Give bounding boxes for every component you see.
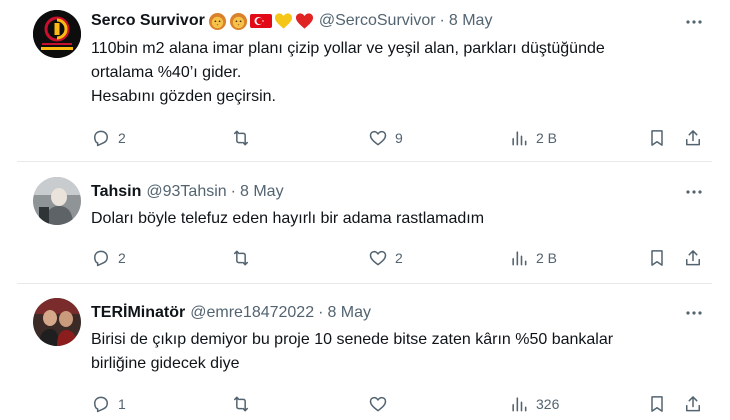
reply-count: 2: [118, 250, 126, 266]
turkey-flag-icon: [249, 14, 272, 28]
reply-count: 2: [118, 130, 126, 146]
user-handle[interactable]: @emre18472022: [190, 304, 314, 322]
separator-dot: ·: [318, 304, 324, 321]
display-name[interactable]: Tahsin: [91, 183, 141, 201]
user-handle[interactable]: @93Tahsin: [146, 183, 226, 201]
tweet-date[interactable]: 8 May: [240, 183, 284, 201]
tweet-header: TERİMinatör @emre18472022 · 8 May: [91, 302, 371, 324]
tweet-date[interactable]: 8 May: [449, 12, 493, 30]
share-button[interactable]: [683, 126, 703, 150]
reply-button[interactable]: 1: [91, 392, 126, 416]
tweet-text-line: Doları böyle telefuz eden hayırlı bir ad…: [91, 210, 485, 227]
like-button[interactable]: [368, 392, 395, 416]
more-options-icon[interactable]: [684, 182, 704, 202]
share-icon: [686, 250, 700, 266]
lion-face-icon: [208, 12, 226, 30]
retweet-icon: [234, 250, 248, 266]
galatasaray-logo: [33, 10, 81, 58]
reply-icon: [94, 396, 108, 413]
like-button[interactable]: 2: [368, 246, 403, 270]
analytics-icon: [512, 397, 527, 412]
like-button[interactable]: 9: [368, 126, 403, 150]
share-icon: [686, 396, 700, 412]
separator-dot: ·: [230, 183, 236, 200]
display-name[interactable]: Serco Survivor: [91, 12, 205, 30]
separator-dot: ·: [439, 12, 445, 29]
avatar[interactable]: [33, 177, 81, 225]
view-count: 2 B: [536, 250, 558, 266]
yellow-heart-icon: [274, 13, 292, 29]
reply-count: 1: [118, 396, 126, 412]
tweet-text-line: birliğine gidecek diye: [91, 355, 240, 372]
profile-photo: [33, 298, 81, 346]
reply-button[interactable]: 2: [91, 246, 126, 270]
bookmark-icon: [651, 250, 663, 266]
user-handle[interactable]: @SercoSurvivor: [319, 12, 436, 30]
share-button[interactable]: [683, 392, 703, 416]
view-count: 326: [536, 396, 560, 412]
profile-photo: [33, 177, 81, 225]
tweet-header: Tahsin @93Tahsin · 8 May: [91, 181, 284, 203]
tweet-text-line: 110bin m2 alana imar planı çizip yollar …: [91, 40, 605, 57]
bookmark-button[interactable]: [647, 126, 667, 150]
reply-button[interactable]: 2: [91, 126, 126, 150]
like-count: 9: [395, 130, 403, 146]
lion-face-icon: [229, 12, 247, 30]
bookmark-button[interactable]: [647, 246, 667, 270]
more-options-icon[interactable]: [684, 12, 704, 32]
bookmark-icon: [651, 396, 663, 412]
name-emojis: [208, 12, 314, 31]
avatar[interactable]: [33, 298, 81, 346]
tweet-actions: 1 326: [91, 392, 711, 416]
avatar[interactable]: [33, 10, 81, 58]
retweet-button[interactable]: [231, 126, 258, 150]
heart-icon: [369, 250, 387, 266]
views-button[interactable]: 2 B: [509, 126, 557, 150]
views-button[interactable]: 326: [509, 392, 559, 416]
tweet-header: Serco Survivor @SercoSurvivor · 8 May: [91, 10, 492, 32]
view-count: 2 B: [536, 130, 558, 146]
share-icon: [686, 130, 700, 146]
retweet-icon: [234, 396, 248, 412]
red-heart-icon: [295, 13, 313, 29]
tweet-text-line: Hesabını gözden geçirsin.: [91, 88, 276, 105]
reply-icon: [94, 250, 108, 267]
tweet-text-line: ortalama %40’ı gider.: [91, 64, 242, 81]
analytics-icon: [512, 251, 527, 266]
reply-icon: [94, 130, 108, 147]
retweet-button[interactable]: [231, 246, 258, 270]
retweet-button[interactable]: [231, 392, 258, 416]
bookmark-icon: [651, 130, 663, 146]
retweet-icon: [234, 130, 248, 146]
analytics-icon: [512, 131, 527, 146]
heart-icon: [369, 396, 387, 412]
tweet-text: 110bin m2 alana imar planı çizip yollar …: [91, 37, 701, 109]
views-button[interactable]: 2 B: [509, 246, 557, 270]
share-button[interactable]: [683, 246, 703, 270]
tweet-actions: 2 2 2 B: [91, 246, 711, 270]
tweet-text: Birisi de çıkıp demiyor bu proje 10 sene…: [91, 328, 701, 376]
tweet-text: Doları böyle telefuz eden hayırlı bir ad…: [91, 207, 701, 231]
tweet-date[interactable]: 8 May: [327, 304, 371, 322]
more-options-icon[interactable]: [684, 303, 704, 323]
display-name[interactable]: TERİMinatör: [91, 304, 185, 322]
bookmark-button[interactable]: [647, 392, 667, 416]
heart-icon: [369, 130, 387, 146]
tweet-actions: 2 9 2 B: [91, 126, 711, 150]
tweet[interactable]: Serco Survivor @SercoSurvivor · 8 May 11…: [0, 0, 730, 162]
like-count: 2: [395, 250, 403, 266]
tweet-text-line: Birisi de çıkıp demiyor bu proje 10 sene…: [91, 331, 614, 348]
